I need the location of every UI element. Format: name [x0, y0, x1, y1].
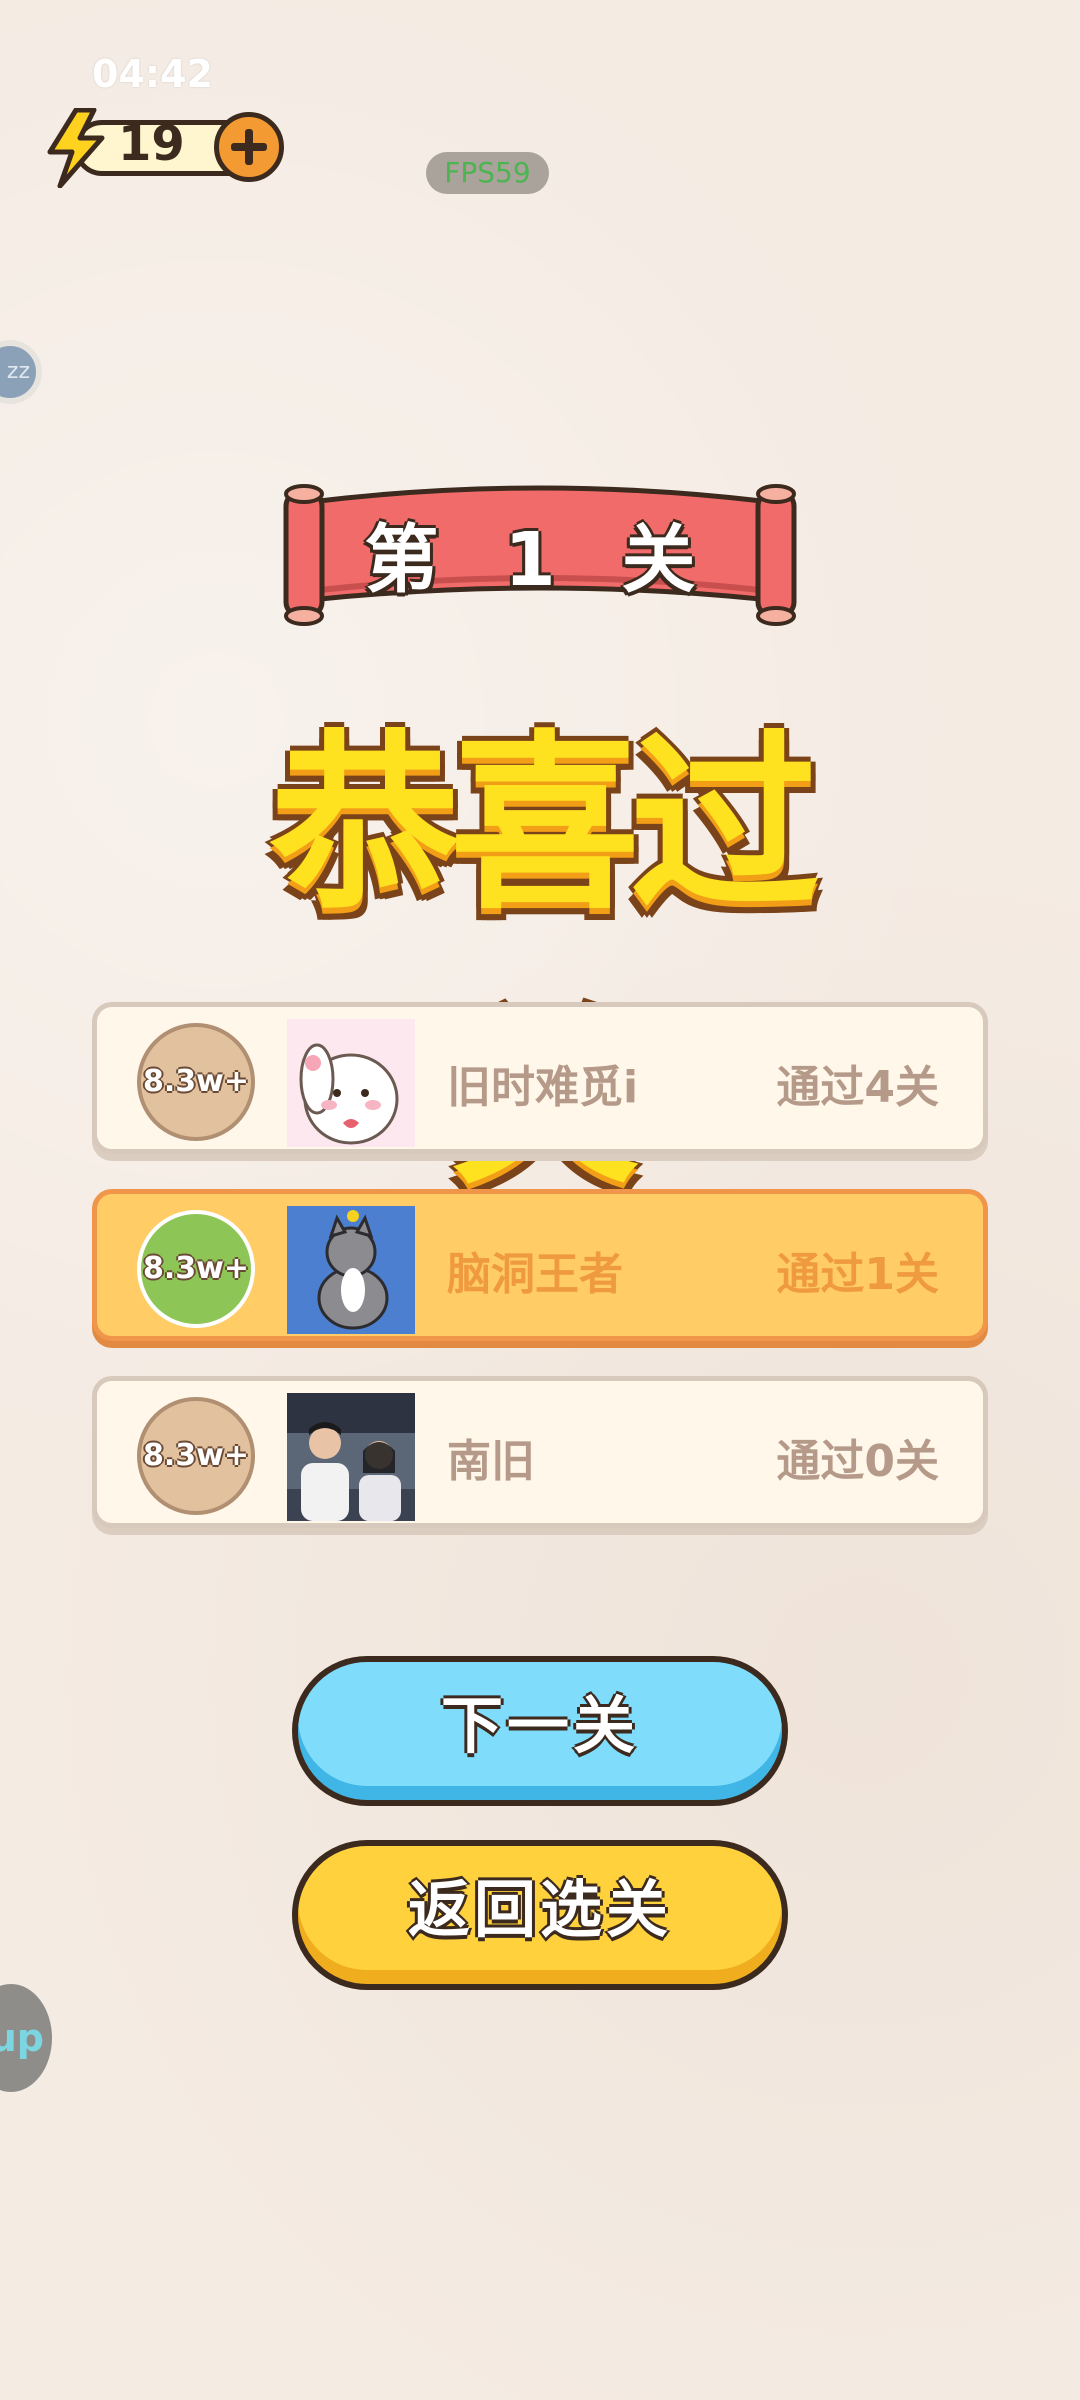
player-name: 南旧 — [447, 1436, 535, 1487]
next-level-button[interactable]: 下一关 — [292, 1656, 788, 1806]
avatar — [287, 1393, 415, 1521]
ranking-list: 8.3w+ 旧时难觅i 通过4关 8.3w+ 脑洞王者 通过1关 8.3w+ 南… — [92, 1002, 988, 1563]
energy-counter: 19 — [42, 108, 287, 188]
ranking-row-current-player: 8.3w+ 脑洞王者 通过1关 — [92, 1189, 988, 1341]
ranking-row: 8.3w+ 旧时难觅i 通过4关 — [92, 1002, 988, 1154]
avatar — [287, 1206, 415, 1334]
energy-count: 19 — [118, 116, 185, 172]
score-badge: 8.3w+ — [137, 1397, 255, 1515]
ranking-row: 8.3w+ 南旧 通过0关 — [92, 1376, 988, 1528]
score-badge: 8.3w+ — [137, 1023, 255, 1141]
player-name: 脑洞王者 — [447, 1249, 623, 1300]
player-name: 旧时难觅i — [447, 1062, 639, 1113]
back-to-level-select-button[interactable]: 返回选关 — [292, 1840, 788, 1990]
fps-indicator: FPS59 — [426, 152, 549, 194]
lightning-icon — [47, 108, 105, 188]
level-title: 第 1 关 — [364, 517, 716, 603]
player-progress: 通过1关 — [776, 1249, 939, 1300]
avatar — [287, 1019, 415, 1147]
plus-icon — [231, 129, 267, 165]
player-progress: 通过0关 — [776, 1436, 939, 1487]
score-badge: 8.3w+ — [137, 1210, 255, 1328]
add-energy-button[interactable] — [214, 112, 284, 182]
level-banner: 第 1 关 — [280, 470, 800, 640]
status-time: 04:42 — [92, 52, 213, 96]
player-progress: 通过4关 — [776, 1062, 939, 1113]
